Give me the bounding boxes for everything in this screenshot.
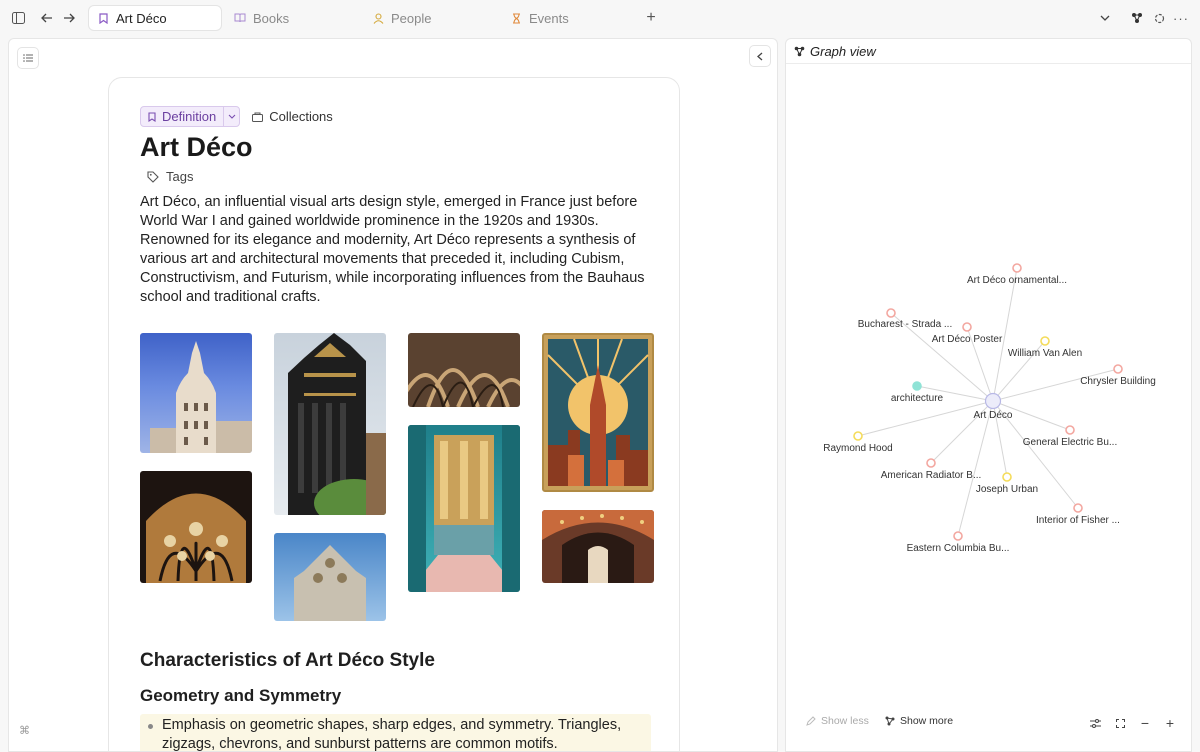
back-arrow-icon[interactable] xyxy=(37,8,57,28)
collections-button[interactable]: Collections xyxy=(252,109,333,124)
fullscreen-icon[interactable] xyxy=(1113,716,1127,730)
graph-node-label: architecture xyxy=(891,393,944,404)
section-heading: Characteristics of Art Déco Style xyxy=(140,650,435,671)
subsection-heading: Geometry and Symmetry xyxy=(140,686,342,705)
graph-center-node[interactable] xyxy=(984,392,1002,410)
tab-label: People xyxy=(391,10,432,26)
graph-node-label: General Electric Bu... xyxy=(1023,437,1117,448)
graph-node[interactable] xyxy=(1040,336,1050,346)
graph-node[interactable] xyxy=(926,458,936,468)
graph-node[interactable] xyxy=(953,531,963,541)
tab-label: Events xyxy=(529,10,569,26)
show-more-button[interactable]: Show more xyxy=(885,715,953,727)
metal-detail-photo[interactable] xyxy=(408,333,520,407)
graph-node[interactable] xyxy=(853,431,863,441)
tab-bar: Art Déco Books People Events + ··· xyxy=(0,0,1200,36)
graph-node[interactable] xyxy=(1002,472,1012,482)
graph-controls: Show less Show more − + xyxy=(786,715,1191,733)
sync-icon[interactable] xyxy=(1149,8,1169,28)
list-icon xyxy=(23,54,33,62)
tab-people[interactable]: People xyxy=(364,5,498,31)
document-card: Definition Collections Art Déco Tags Art… xyxy=(108,77,680,751)
tab-art-deco[interactable]: Art Déco xyxy=(88,5,222,31)
collapse-pane-button[interactable] xyxy=(749,45,771,67)
graph-node[interactable] xyxy=(1012,263,1022,273)
graph-node-label: Raymond Hood xyxy=(823,443,892,454)
collections-label: Collections xyxy=(269,109,333,124)
graph-node-label: William Van Alen xyxy=(1008,348,1082,359)
tab-label: Books xyxy=(253,10,290,26)
list-item: Emphasis on geometric shapes, sharp edge… xyxy=(140,714,651,751)
arcade-corridor-photo[interactable] xyxy=(542,510,654,583)
document-meta-row: Definition Collections xyxy=(140,106,333,127)
type-label: Definition xyxy=(162,109,217,124)
tags-label: Tags xyxy=(166,169,194,184)
pencil-icon xyxy=(806,716,816,726)
show-less-label: Show less xyxy=(821,715,869,727)
outline-toggle-button[interactable] xyxy=(17,47,39,69)
graph-node[interactable] xyxy=(912,381,922,391)
building-photo-1[interactable] xyxy=(140,333,252,453)
lobby-interior-photo[interactable] xyxy=(408,425,520,592)
new-tab-plus-icon[interactable]: + xyxy=(641,8,661,28)
graph-pane: Graph view Art Déco ornamental... Buchare… xyxy=(785,38,1192,752)
command-icon[interactable]: ⌘ xyxy=(19,724,30,737)
graph-edge xyxy=(957,400,994,537)
graph-node-label: Art Déco ornamental... xyxy=(967,275,1067,286)
graph-node[interactable] xyxy=(1113,364,1123,374)
hourglass-icon xyxy=(510,12,522,24)
bookmark-icon xyxy=(148,111,156,122)
graph-node[interactable] xyxy=(1073,503,1083,513)
show-less-button[interactable]: Show less xyxy=(806,715,869,727)
graph-node-label: Chrysler Building xyxy=(1080,376,1156,387)
graph-canvas[interactable]: Art Déco ornamental... Bucharest - Strada… xyxy=(786,39,1192,719)
page-title: Art Déco xyxy=(140,132,253,162)
zoom-in-icon[interactable]: + xyxy=(1163,715,1177,731)
more-options-icon[interactable]: ··· xyxy=(1171,8,1191,28)
bookmark-icon xyxy=(97,12,109,24)
cathedral-spire-photo[interactable] xyxy=(274,533,386,621)
chevron-down-icon[interactable] xyxy=(1095,8,1115,28)
tag-icon xyxy=(147,170,159,183)
sidebar-toggle-icon[interactable] xyxy=(8,8,28,28)
chevron-left-icon xyxy=(757,52,763,60)
forward-arrow-icon[interactable] xyxy=(59,8,79,28)
tags-button[interactable]: Tags xyxy=(147,169,193,184)
graph-icon[interactable] xyxy=(1127,8,1147,28)
graph-node[interactable] xyxy=(886,308,896,318)
graph-node-label: Art Déco Poster xyxy=(932,334,1003,345)
show-more-label: Show more xyxy=(900,715,954,727)
book-icon xyxy=(234,12,246,24)
graph-node-label: Bucharest - Strada ... xyxy=(858,319,953,330)
folder-icon xyxy=(252,112,264,122)
graph-node-label: Eastern Columbia Bu... xyxy=(907,543,1010,554)
skyscraper-photo[interactable] xyxy=(274,333,386,515)
document-pane: ⌘ Definition Collections Art Déco Tags A… xyxy=(8,38,778,752)
graph-node-label: Interior of Fisher ... xyxy=(1036,515,1120,526)
poster-photo[interactable] xyxy=(542,333,654,492)
person-icon xyxy=(372,12,384,24)
graph-node[interactable] xyxy=(1065,425,1075,435)
graph-small-icon xyxy=(885,716,895,726)
type-selector[interactable]: Definition xyxy=(140,106,241,127)
tab-label: Art Déco xyxy=(116,10,167,26)
chevron-down-icon[interactable] xyxy=(223,107,239,126)
zoom-out-icon[interactable]: − xyxy=(1138,715,1152,731)
body-paragraph: Art Déco, an influential visual arts des… xyxy=(140,194,645,305)
graph-node-label: Joseph Urban xyxy=(976,484,1038,495)
tab-events[interactable]: Events xyxy=(502,5,636,31)
graph-center-label: Art Déco xyxy=(974,410,1013,421)
fan-ornament-photo[interactable] xyxy=(140,471,252,583)
graph-node[interactable] xyxy=(962,322,972,332)
graph-node-label: American Radiator B... xyxy=(881,470,982,481)
tab-books[interactable]: Books xyxy=(226,5,360,31)
filter-sliders-icon[interactable] xyxy=(1088,716,1102,730)
